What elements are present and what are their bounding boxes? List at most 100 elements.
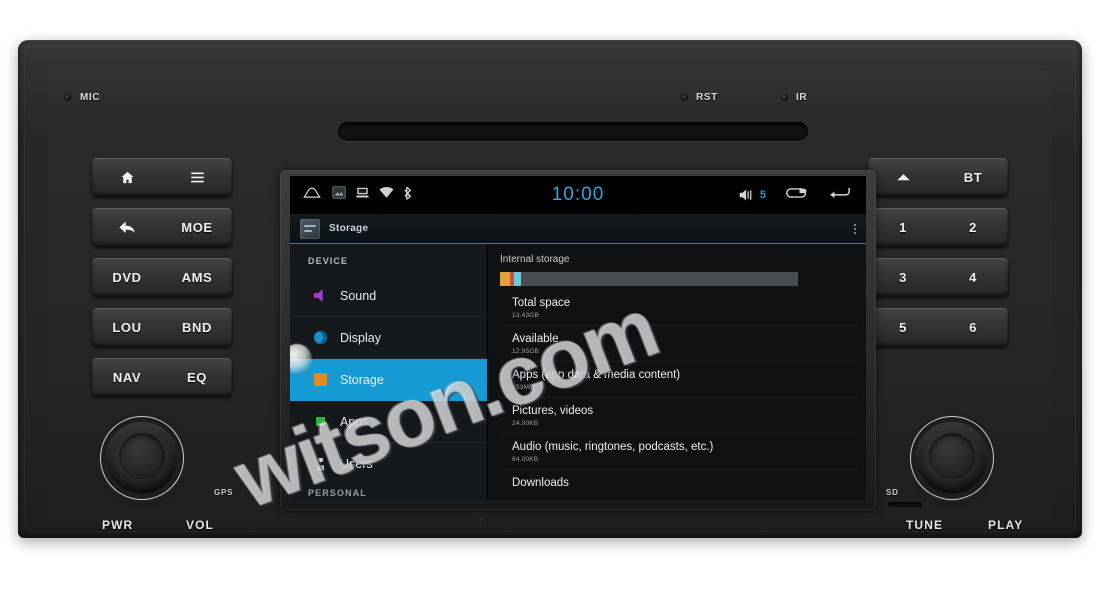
play-label: PLAY [988,518,1024,532]
row-label: Pictures, videos [512,405,594,417]
overflow-menu-icon[interactable] [854,223,856,234]
mic-hole [64,94,71,101]
gps-label: GPS [214,488,234,497]
settings-content: DEVICE Sound Display Storage Apps Users … [290,244,866,500]
usage-segment-apps [500,272,510,286]
sidebar-section-header: DEVICE [308,256,349,266]
volume-icon[interactable]: 5 [738,188,766,202]
button-preset-3-4[interactable]: 3 4 [868,258,1008,296]
usage-segment-audio [513,272,521,286]
menu-icon[interactable] [162,171,232,184]
lou-button-label[interactable]: LOU [92,320,162,335]
button-home-menu[interactable] [92,158,232,196]
display-icon [314,331,327,344]
reset-hole[interactable] [681,94,688,101]
sidebar-item-sound[interactable]: Sound [290,275,487,317]
row-value: 253MB [512,384,534,391]
storage-row-apps[interactable]: Apps (app data & media content) 253MB [500,362,858,398]
sidebar-item-label: Display [340,330,381,345]
settings-sidebar: DEVICE Sound Display Storage Apps Users … [290,244,488,500]
android-screen[interactable]: 10:00 5 Storage DEVICE Sound Display Sto… [290,176,866,500]
storage-usage-bar [500,272,798,286]
button-back-mode[interactable]: MOE [92,208,232,246]
preset-4-label[interactable]: 4 [938,270,1008,285]
eject-icon[interactable] [868,172,938,183]
sd-card-slot[interactable] [888,502,922,507]
storage-row-pictures-videos[interactable]: Pictures, videos 24.00KB [500,398,858,434]
storage-row-total-space[interactable]: Total space 13.43GB [500,290,858,326]
preset-3-label[interactable]: 3 [868,270,938,285]
volume-level: 5 [759,189,766,201]
ir-sensor [781,94,788,101]
row-label: Apps (app data & media content) [512,369,681,381]
recents-icon[interactable] [786,186,808,205]
row-label: Audio (music, ringtones, podcasts, etc.) [512,441,714,453]
tune-label: TUNE [906,518,944,532]
button-eject-bt[interactable]: BT [868,158,1008,196]
preset-6-label[interactable]: 6 [938,320,1008,335]
sidebar-item-label: Storage [340,372,384,387]
disc-slot[interactable] [338,122,808,141]
android-status-bar: 10:00 5 [290,176,866,214]
tune-play-knob[interactable] [916,422,988,494]
button-dvd-ams[interactable]: DVD AMS [92,258,232,296]
preset-2-label[interactable]: 2 [938,220,1008,235]
ir-label: IR [796,92,808,103]
dvd-button-label[interactable]: DVD [92,270,162,285]
row-label: Downloads [512,477,569,489]
mic-label: MIC [80,92,101,103]
screen-bezel: 10:00 5 Storage DEVICE Sound Display Sto… [280,170,876,510]
row-value: 24.00KB [512,420,539,427]
storage-rows: Total space 13.43GB Available 12.95GB Ap… [500,290,858,495]
mode-button-label[interactable]: MOE [162,220,232,235]
back-icon[interactable] [828,186,850,205]
row-label: Available [512,333,559,345]
preset-1-label[interactable]: 1 [868,220,938,235]
button-preset-1-2[interactable]: 1 2 [868,208,1008,246]
button-lou-bnd[interactable]: LOU BND [92,308,232,346]
sidebar-section-header-personal: PERSONAL [308,488,367,498]
sidebar-item-apps[interactable]: Apps [290,401,487,443]
nav-button-label[interactable]: NAV [92,370,162,385]
button-preset-5-6[interactable]: 5 6 [868,308,1008,346]
status-bar-clock: 10:00 [551,184,605,205]
storage-row-downloads[interactable]: Downloads [500,470,858,495]
sidebar-item-label: Users [340,457,373,471]
eq-button-label[interactable]: EQ [162,370,232,385]
apps-icon [314,415,327,428]
sidebar-item-storage[interactable]: Storage [290,359,487,401]
action-bar-title: Storage [329,223,369,234]
sidebar-item-users[interactable]: Users [290,443,487,485]
settings-icon[interactable] [300,218,320,239]
users-icon [316,457,325,471]
status-led [478,518,483,523]
car-head-unit: MIC RST IR MOE DVD AMS LOU BND NAV EQ BT… [18,40,1082,538]
internal-storage-title: Internal storage [500,254,570,265]
row-value: 84.00KB [512,456,539,463]
storage-row-audio[interactable]: Audio (music, ringtones, podcasts, etc.)… [500,434,858,470]
bt-button-label[interactable]: BT [938,170,1008,185]
sound-icon [314,289,323,302]
bnd-button-label[interactable]: BND [162,320,232,335]
pwr-label: PWR [102,518,134,532]
vol-label: VOL [186,518,214,532]
row-value: 12.95GB [512,348,540,355]
sidebar-item-label: Apps [340,414,369,429]
storage-pane: Internal storage Total space 13.43GB Ava… [488,244,866,500]
row-value: 13.43GB [512,312,540,319]
storage-row-available[interactable]: Available 12.95GB [500,326,858,362]
sd-label: SD [886,488,899,497]
status-bar-right-icons: 5 [738,186,866,205]
sidebar-item-display[interactable]: Display [290,317,487,359]
home-icon[interactable] [92,170,162,185]
rst-label: RST [696,92,718,103]
sidebar-item-label: Sound [340,288,377,303]
preset-5-label[interactable]: 5 [868,320,938,335]
back-arrow-icon[interactable] [92,220,162,235]
usage-segment-free [520,272,798,286]
storage-icon [314,373,327,386]
head-unit-faceplate: MIC RST IR MOE DVD AMS LOU BND NAV EQ BT… [48,70,1052,532]
power-volume-knob[interactable] [106,422,178,494]
ams-button-label[interactable]: AMS [162,270,232,285]
button-nav-eq[interactable]: NAV EQ [92,358,232,396]
